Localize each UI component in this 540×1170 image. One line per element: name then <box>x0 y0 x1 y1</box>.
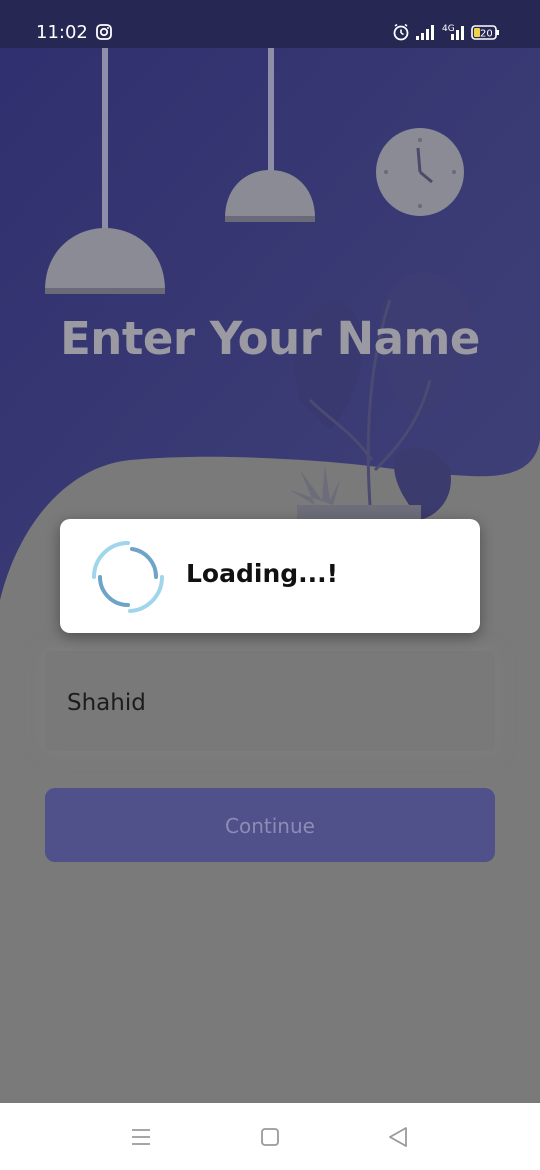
status-time: 11:02 <box>36 22 88 43</box>
page-title: Enter Your Name <box>60 312 480 365</box>
name-input-field[interactable] <box>45 651 495 751</box>
loading-spinner-icon <box>92 541 165 613</box>
status-indicators: 4G 20 <box>392 22 506 42</box>
enter-name-screen: Enter Your Name 11:02 4G 20 Shahid Conti… <box>0 0 540 1170</box>
back-icon[interactable] <box>386 1125 410 1149</box>
status-bar: 11:02 4G 20 <box>0 0 540 48</box>
loading-text: Loading...! <box>186 559 339 588</box>
svg-text:4G: 4G <box>442 24 455 34</box>
clock-graphic <box>376 128 464 216</box>
menu-icon[interactable] <box>129 1125 153 1149</box>
battery-icon: 20 <box>471 25 499 40</box>
name-input[interactable] <box>65 689 362 717</box>
svg-text:20: 20 <box>480 29 493 40</box>
loading-dialog: Loading...! <box>60 519 480 633</box>
home-icon[interactable] <box>258 1125 282 1149</box>
signal-icon <box>416 25 434 40</box>
continue-button[interactable]: Continue <box>45 788 495 862</box>
signal-4g-icon: 4G <box>442 24 464 40</box>
alarm-icon <box>393 23 409 41</box>
navigation-bar <box>0 1103 540 1170</box>
instagram-icon <box>96 24 112 40</box>
